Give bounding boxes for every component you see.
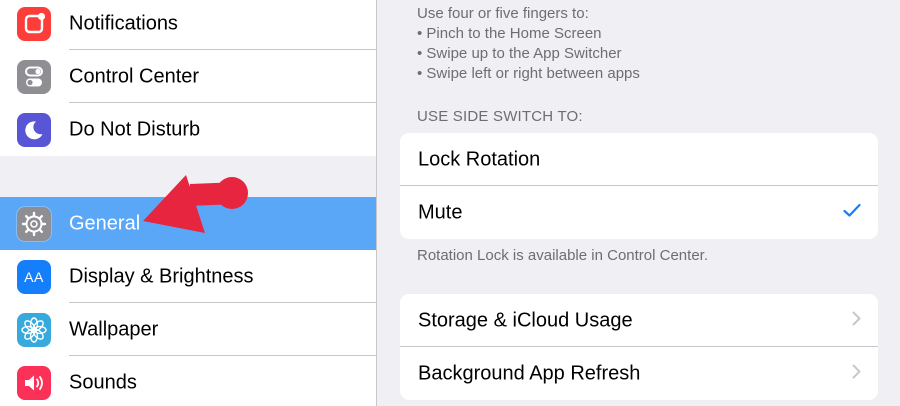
sidebar-group-top: Notifications Control Center Do Not Dist…: [0, 0, 376, 156]
gestures-line: • Swipe up to the App Switcher: [417, 45, 622, 62]
option-label: Lock Rotation: [418, 148, 541, 170]
checkmark-icon: [843, 203, 861, 222]
speaker-icon: [17, 365, 51, 400]
general-detail-pane: Use four or five fingers to: • Pinch to …: [377, 0, 900, 406]
sidebar-item-label: Control Center: [69, 65, 200, 87]
chevron-right-icon: [852, 311, 861, 331]
sidebar-group-bottom: General AA Display & Brightness Wallpape…: [0, 197, 376, 406]
option-lock-rotation[interactable]: Lock Rotation: [400, 133, 878, 186]
storage-icloud-usage-item[interactable]: Storage & iCloud Usage: [400, 294, 878, 347]
general-more-items: Storage & iCloud Usage Background App Re…: [400, 294, 878, 400]
multitasking-gestures-description: Use four or five fingers to: • Pinch to …: [417, 4, 640, 84]
sidebar-item-label: Wallpaper: [69, 318, 159, 340]
sidebar-item-control-center[interactable]: Control Center: [0, 50, 376, 103]
option-label: Mute: [418, 201, 463, 223]
display-brightness-icon: AA: [17, 259, 51, 294]
settings-sidebar: Notifications Control Center Do Not Dist…: [0, 0, 377, 406]
sidebar-item-label: Notifications: [69, 12, 178, 34]
item-label: Storage & iCloud Usage: [418, 309, 633, 331]
gestures-line: • Swipe left or right between apps: [417, 65, 640, 82]
wallpaper-icon: [17, 312, 51, 347]
side-switch-section-header: USE SIDE SWITCH TO:: [417, 108, 583, 125]
option-mute[interactable]: Mute: [400, 186, 878, 239]
control-center-icon: [17, 59, 51, 94]
sidebar-item-do-not-disturb[interactable]: Do Not Disturb: [0, 103, 376, 156]
sidebar-item-label: Do Not Disturb: [69, 118, 201, 140]
side-switch-options: Lock Rotation Mute: [400, 133, 878, 239]
gestures-line: Use four or five fingers to:: [417, 5, 589, 22]
sidebar-item-notifications[interactable]: Notifications: [0, 0, 376, 50]
sidebar-item-wallpaper[interactable]: Wallpaper: [0, 303, 376, 356]
gestures-line: • Pinch to the Home Screen: [417, 25, 602, 42]
chevron-right-icon: [852, 364, 861, 384]
background-app-refresh-item[interactable]: Background App Refresh: [400, 347, 878, 400]
sidebar-item-general[interactable]: General: [0, 197, 376, 250]
gear-icon: [17, 206, 51, 241]
notifications-icon: [17, 6, 51, 41]
moon-icon: [17, 112, 51, 147]
sidebar-item-sounds[interactable]: Sounds: [0, 356, 376, 406]
sidebar-item-label: General: [69, 212, 141, 234]
display-icon-text: AA: [24, 268, 44, 285]
side-switch-footer: Rotation Lock is available in Control Ce…: [417, 247, 708, 264]
sidebar-item-display-brightness[interactable]: AA Display & Brightness: [0, 250, 376, 303]
sidebar-item-label: Display & Brightness: [69, 265, 254, 287]
sidebar-item-label: Sounds: [69, 371, 137, 393]
item-label: Background App Refresh: [418, 362, 641, 384]
